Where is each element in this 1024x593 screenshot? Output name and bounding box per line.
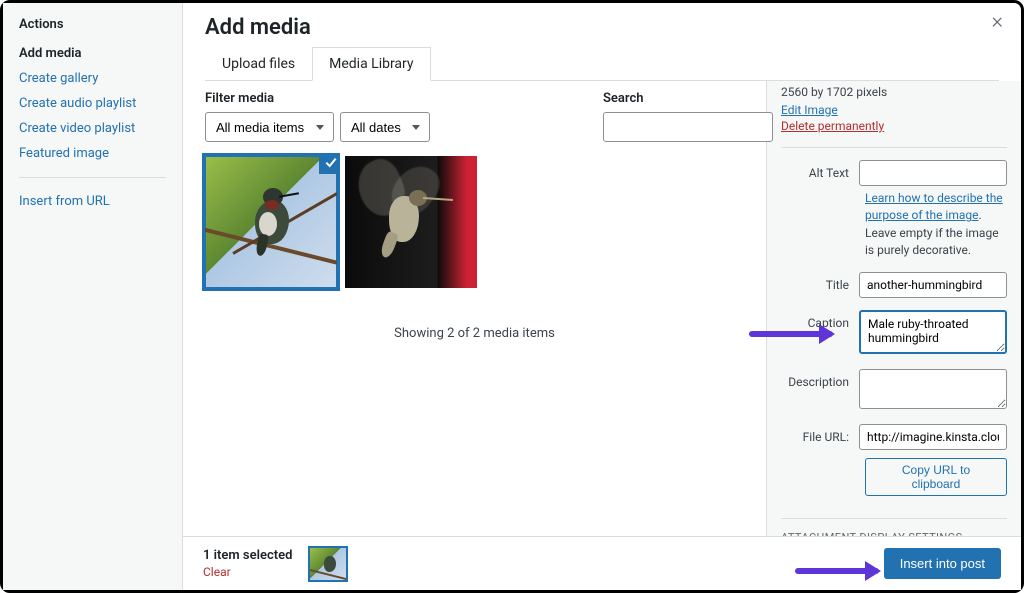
- filter-media-type-select[interactable]: All media items: [205, 112, 334, 142]
- actions-heading: Actions: [19, 17, 166, 32]
- tab-media-library[interactable]: Media Library: [312, 47, 430, 81]
- modal-header: Add media × Upload files Media Library: [183, 3, 1021, 81]
- file-url-label: File URL:: [781, 424, 849, 444]
- file-url-row: File URL:: [781, 424, 1007, 450]
- description-label: Description: [781, 369, 849, 389]
- selected-count: 1 item selected: [203, 548, 292, 563]
- caption-input[interactable]: Male ruby-throated hummingbird: [859, 310, 1007, 354]
- title-label: Title: [781, 272, 849, 292]
- media-thumbnails: [205, 156, 744, 288]
- results-count: Showing 2 of 2 media items: [205, 326, 744, 341]
- alt-text-hint: Learn how to describe the purpose of the…: [865, 190, 1007, 260]
- tabs: Upload files Media Library: [205, 46, 999, 81]
- file-url-input[interactable]: [859, 424, 1007, 450]
- page-title: Add media: [205, 15, 999, 40]
- sidebar-item-create-video-playlist[interactable]: Create video playlist: [19, 121, 166, 136]
- actions-sidebar: Actions Add media Create gallery Create …: [3, 3, 183, 590]
- sidebar-item-label: Featured image: [19, 146, 109, 161]
- sidebar-item-label: Create gallery: [19, 71, 98, 86]
- alt-text-row: Alt Text: [781, 160, 1007, 186]
- search-input[interactable]: [603, 112, 773, 142]
- sidebar-item-label: Create audio playlist: [19, 96, 136, 111]
- filter-row: Filter media All media items All dates: [205, 91, 744, 142]
- sidebar-item-create-gallery[interactable]: Create gallery: [19, 71, 166, 86]
- sidebar-divider: [19, 177, 166, 178]
- modal-footer: 1 item selected Clear Insert into post: [183, 536, 1021, 590]
- sidebar-item-insert-from-url[interactable]: Insert from URL: [19, 194, 166, 209]
- copy-url-button[interactable]: Copy URL to clipboard: [865, 458, 1007, 496]
- clear-selection-link[interactable]: Clear: [203, 565, 292, 579]
- insert-button-label: Insert into post: [900, 556, 985, 571]
- search-label: Search: [603, 91, 773, 106]
- alt-text-input[interactable]: [859, 160, 1007, 186]
- filter-media-label: Filter media: [205, 91, 430, 106]
- title-input[interactable]: [859, 272, 1007, 298]
- media-item-1[interactable]: [205, 156, 337, 288]
- alt-hint-link[interactable]: Learn how to describe the purpose of the…: [865, 191, 1003, 222]
- checkmark-icon: [319, 156, 337, 174]
- media-grid-column: Filter media All media items All dates: [183, 81, 766, 590]
- annotation-arrow-insert: [795, 568, 879, 574]
- sidebar-item-featured-image[interactable]: Featured image: [19, 146, 166, 161]
- search-block: Search: [603, 91, 773, 142]
- sidebar-item-add-media[interactable]: Add media: [19, 46, 166, 61]
- title-row: Title: [781, 272, 1007, 298]
- delete-permanently-link[interactable]: Delete permanently: [781, 119, 1007, 133]
- description-input[interactable]: [859, 369, 1007, 409]
- edit-image-link[interactable]: Edit Image: [781, 103, 1007, 117]
- filter-dates-select[interactable]: All dates: [340, 112, 430, 142]
- media-item-2[interactable]: [345, 156, 477, 288]
- annotation-arrow-caption: [749, 331, 833, 337]
- sidebar-item-label: Insert from URL: [19, 194, 110, 209]
- sidebar-item-create-audio-playlist[interactable]: Create audio playlist: [19, 96, 166, 111]
- divider: [781, 147, 1007, 148]
- content-area: Filter media All media items All dates: [183, 81, 1021, 590]
- selection-info: 1 item selected Clear: [203, 548, 292, 579]
- sidebar-item-label: Create video playlist: [19, 121, 135, 136]
- caption-label: Caption: [781, 310, 849, 330]
- main-panel: Add media × Upload files Media Library F…: [183, 3, 1021, 590]
- description-row: Description: [781, 369, 1007, 412]
- dimensions-text: 2560 by 1702 pixels: [781, 85, 1007, 99]
- tab-upload-files[interactable]: Upload files: [205, 47, 312, 81]
- alt-text-label: Alt Text: [781, 160, 849, 180]
- insert-into-post-button[interactable]: Insert into post: [884, 548, 1001, 579]
- selected-thumbnail[interactable]: [308, 546, 348, 582]
- tab-label: Media Library: [329, 56, 413, 72]
- sidebar-item-label: Add media: [19, 46, 82, 61]
- tab-label: Upload files: [222, 56, 295, 72]
- filter-media-block: Filter media All media items All dates: [205, 91, 430, 142]
- copy-url-label: Copy URL to clipboard: [902, 463, 970, 491]
- close-icon[interactable]: ×: [991, 9, 1003, 34]
